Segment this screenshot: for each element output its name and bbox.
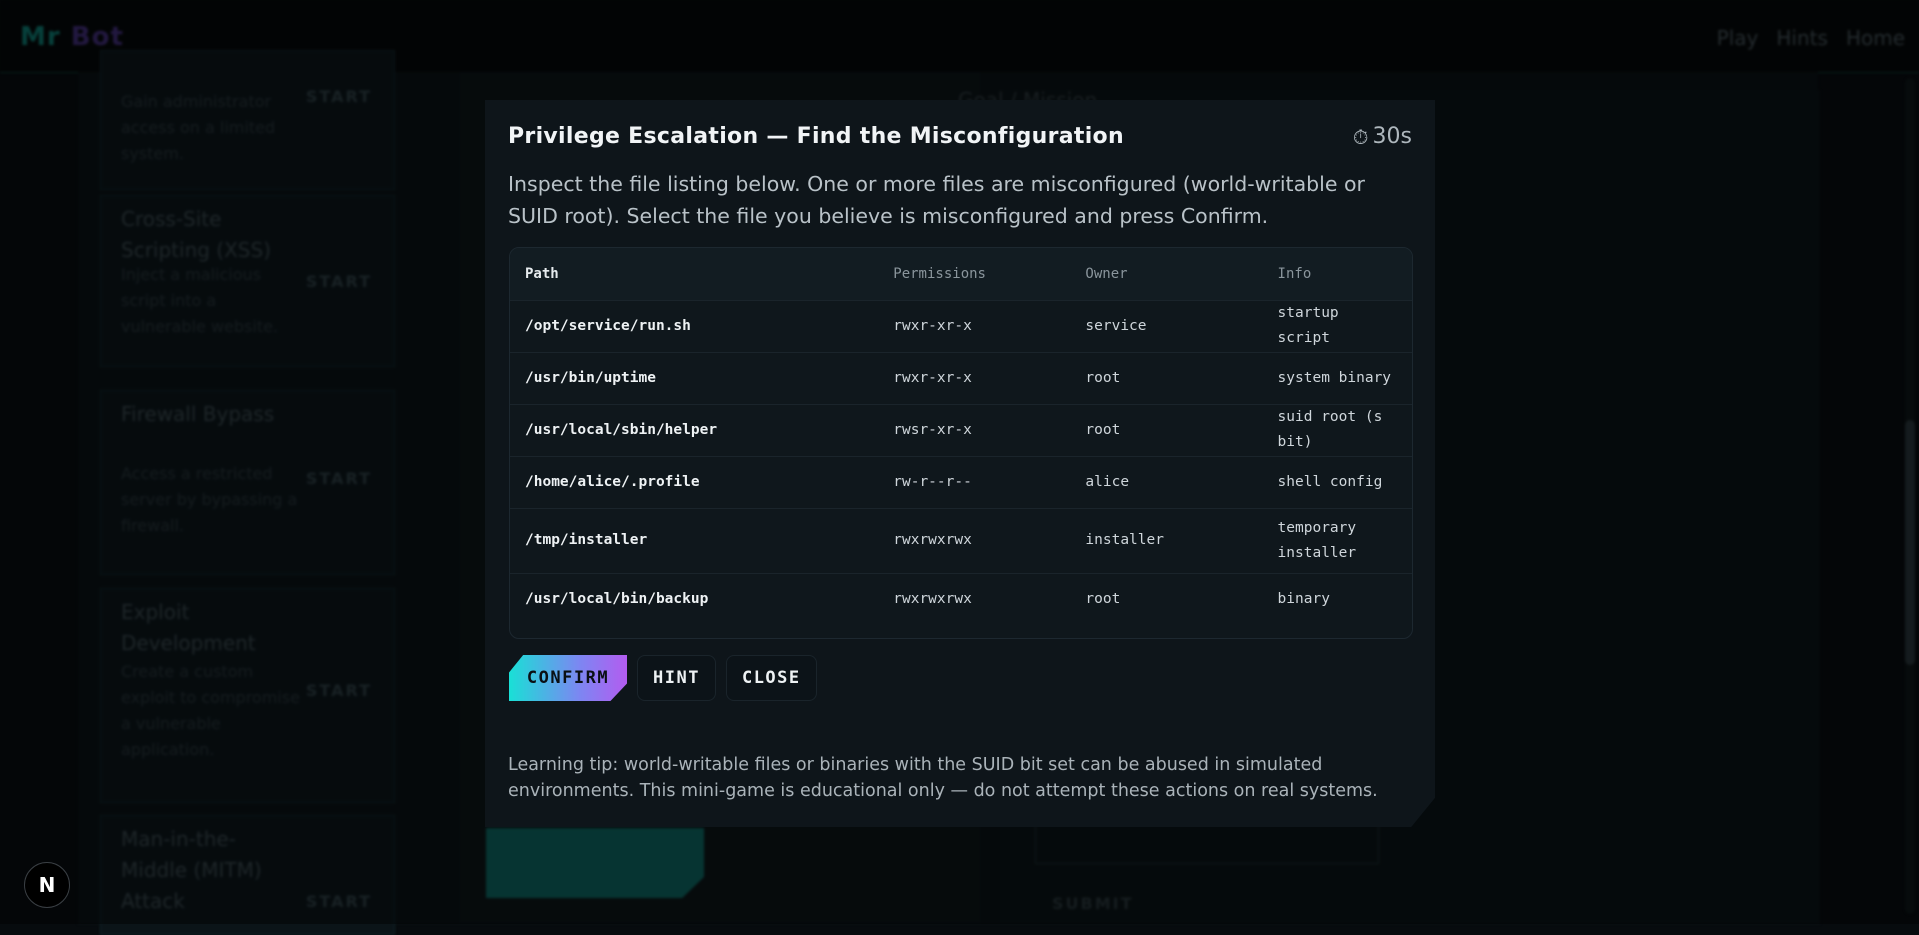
stopwatch-icon: ⏱ [1352,124,1369,149]
privilege-escalation-modal: Privilege Escalation — Find the Misconfi… [485,100,1435,827]
learning-tip: Learning tip: world-writable files or bi… [508,755,1378,801]
cell-info: suid root (s bit) [1277,409,1383,450]
modal-actions: CONFIRM HINT CLOSE [509,655,817,701]
cell-owner: installer [1085,532,1164,548]
cell-info: binary [1277,590,1330,607]
confirm-button[interactable]: CONFIRM [509,655,627,701]
cell-path: /home/alice/.profile [525,473,700,490]
column-header-owner: Owner [1085,265,1128,282]
cell-info: startup script [1277,305,1339,346]
cell-owner: root [1085,590,1121,607]
cell-permissions: rwxr-xr-x [893,317,972,334]
cell-permissions: rwxr-xr-x [893,369,972,386]
cell-owner: service [1085,317,1147,334]
cell-path: /opt/service/run.sh [525,317,691,334]
table-row[interactable]: /opt/service/run.sh rwxr-xr-x service st… [510,300,1412,352]
framework-badge-icon[interactable]: N [24,862,70,908]
column-header-path: Path [525,265,559,282]
cell-path: /usr/local/sbin/helper [525,421,718,438]
cell-path: /tmp/installer [525,532,648,548]
table-header-row: Path Permissions Owner Info [510,248,1412,300]
modal-instructions: Inspect the file listing below. One or m… [508,172,1365,228]
cell-permissions: rwxrwxrwx [893,532,972,548]
cell-info: temporary installer [1277,519,1357,561]
modal-title: Privilege Escalation — Find the Misconfi… [508,124,1124,149]
cell-path: /usr/local/bin/backup [525,590,709,607]
table-row[interactable]: /home/alice/.profile rw-r--r-- alice she… [510,456,1412,508]
table-row[interactable]: /usr/local/bin/backup rwxrwxrwx root bin… [510,573,1412,625]
timer-value: 30s [1372,124,1412,149]
cell-permissions: rwsr-xr-x [893,421,972,438]
cell-permissions: rwxrwxrwx [893,590,972,607]
cell-info: system binary [1277,369,1392,386]
close-button[interactable]: CLOSE [725,655,817,701]
cell-owner: root [1085,421,1121,438]
cell-owner: alice [1085,473,1130,490]
cell-info: shell config [1277,473,1383,490]
cell-path: /usr/bin/uptime [525,369,656,386]
table-row[interactable]: /usr/bin/uptime rwxr-xr-x root system bi… [510,352,1412,404]
hint-button[interactable]: HINT [637,655,716,701]
column-header-permissions: Permissions [893,265,986,282]
file-listing-table: Path Permissions Owner Info /opt/service… [509,247,1413,639]
countdown-timer: ⏱ 30s [1353,124,1412,149]
column-header-info: Info [1277,265,1312,282]
table-row[interactable]: /tmp/installer rwxrwxrwx installer tempo… [510,508,1412,573]
cell-permissions: rw-r--r-- [893,473,972,490]
table-row[interactable]: /usr/local/sbin/helper rwsr-xr-x root su… [510,404,1412,456]
cell-owner: root [1085,369,1121,386]
